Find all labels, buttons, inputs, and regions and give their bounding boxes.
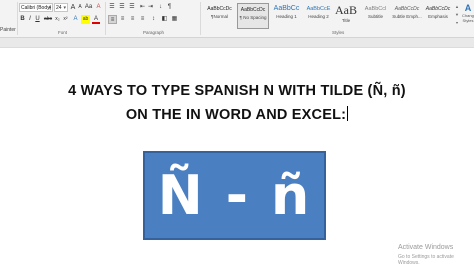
change-styles-button[interactable]: A Change Styles <box>462 3 474 33</box>
change-styles-icon: A <box>464 3 472 13</box>
font-group-label: Font <box>58 30 68 35</box>
underline-button[interactable]: U <box>34 15 41 24</box>
highlight-button[interactable]: ab <box>81 15 90 24</box>
font-size-value: 24 <box>56 5 62 11</box>
style-subtitle[interactable]: AaBbCcl Subtitle <box>360 3 391 29</box>
style-title[interactable]: AaB Title <box>334 3 358 29</box>
style-no-spacing[interactable]: AaBbCcDc ¶ No Spacing <box>237 3 269 29</box>
superscript-button[interactable]: x² <box>62 15 69 24</box>
bold-button[interactable]: B <box>19 15 26 24</box>
styles-scroll[interactable]: ▲ ▼ ▾ <box>454 3 460 29</box>
strikethrough-button[interactable]: abc <box>43 15 53 24</box>
style-name: Subtitle <box>367 14 383 19</box>
style-name: Subtle Emph... <box>392 14 422 19</box>
group-divider <box>200 2 201 35</box>
change-styles-label: Change Styles <box>462 13 474 23</box>
style-heading-2[interactable]: AaBbCcE Heading 2 <box>303 3 334 29</box>
group-divider <box>105 2 106 35</box>
numbering-button[interactable]: ☰ <box>118 3 126 12</box>
style-subtle-emphasis[interactable]: AaBbCcDc Subtle Emph... <box>391 3 423 29</box>
heading-line-2[interactable]: ON THE IN WORD AND EXCEL: <box>0 106 474 123</box>
change-case-button[interactable]: Aa <box>84 3 93 12</box>
style-emphasis[interactable]: AaBbCcDc Emphasis <box>423 3 453 29</box>
style-sample: AaBbCcDc <box>207 6 232 12</box>
document-page[interactable]: 4 WAYS TO TYPE SPANISH N WITH TILDE (Ñ, … <box>0 48 474 266</box>
multilevel-list-button[interactable]: ☰ <box>128 3 136 12</box>
banner-text: Ñ - ñ <box>157 164 312 227</box>
styles-group-label: Styles <box>332 30 345 35</box>
style-sample: AaBbCc <box>273 5 300 12</box>
subscript-button[interactable]: x₂ <box>54 15 61 24</box>
clear-formatting-button[interactable]: A <box>95 3 102 12</box>
clipboard-group: Painter <box>0 0 17 37</box>
show-marks-button[interactable]: ¶ <box>166 3 173 12</box>
chevron-down-icon[interactable]: ▼ <box>454 11 460 19</box>
style-name: Heading 1 <box>276 14 297 19</box>
style-name: Heading 2 <box>308 14 329 19</box>
shading-button[interactable]: ◧ <box>160 15 169 24</box>
activate-windows-title: Activate Windows <box>398 244 454 251</box>
grow-font-button[interactable]: A <box>70 3 76 12</box>
text-effects-button[interactable]: A <box>72 15 79 24</box>
style-sample: AaBbCcDc <box>240 7 266 13</box>
font-name-box[interactable]: Calibri (Body) ▾ <box>19 3 53 12</box>
chevron-down-icon[interactable]: ▾ <box>48 4 51 11</box>
align-right-button[interactable]: ≡ <box>128 15 137 24</box>
shrink-font-button[interactable]: A <box>77 3 83 12</box>
style-heading-1[interactable]: AaBbCc Heading 1 <box>271 3 302 29</box>
font-name-value: Calibri (Body) <box>21 5 52 11</box>
style-sample: AaBbCcDc <box>394 6 420 12</box>
chevron-up-icon[interactable]: ▲ <box>454 3 460 11</box>
font-size-box[interactable]: 24 ▾ <box>54 3 68 12</box>
activate-windows-subtitle: Go to Settings to activate Windows. <box>398 254 454 266</box>
increase-indent-button[interactable]: ⇥ <box>147 3 154 12</box>
borders-button[interactable]: ▦ <box>170 15 179 24</box>
ribbon: Painter Calibri (Body) ▾ 24 ▾ A A Aa A B… <box>0 0 474 38</box>
bullets-button[interactable]: ☰ <box>108 3 116 12</box>
style-name: Title <box>341 18 351 23</box>
sort-button[interactable]: ↓ <box>157 3 164 12</box>
text-cursor <box>347 106 349 121</box>
style-name: Emphasis <box>428 14 448 19</box>
format-painter-label[interactable]: Painter <box>0 27 16 33</box>
chevron-down-icon[interactable]: ▾ <box>63 4 66 11</box>
group-divider <box>17 2 18 35</box>
style-sample: AaBbCcDc <box>425 6 451 12</box>
style-sample: AaB <box>335 3 357 17</box>
align-left-button[interactable]: ≡ <box>108 15 117 24</box>
font-color-button[interactable]: A <box>92 15 100 24</box>
center-button[interactable]: ≡ <box>118 15 127 24</box>
heading-line-1[interactable]: 4 WAYS TO TYPE SPANISH N WITH TILDE (Ñ, … <box>0 83 474 99</box>
heading-line-2-text: ON THE IN WORD AND EXCEL: <box>125 107 347 123</box>
style-name: ¶ No Spacing <box>239 15 267 20</box>
paragraph-group-label: Paragraph <box>143 30 165 35</box>
heading-line-1-text: 4 WAYS TO TYPE SPANISH N WITH TILDE (Ñ, … <box>68 83 406 99</box>
decrease-indent-button[interactable]: ⇤ <box>139 3 146 12</box>
line-spacing-button[interactable]: ↕ <box>149 15 158 24</box>
more-icon[interactable]: ▾ <box>454 19 460 27</box>
style-sample: AaBbCcl <box>364 6 387 12</box>
tilde-banner-image[interactable]: Ñ - ñ <box>143 151 326 240</box>
style-sample: AaBbCcE <box>306 6 331 12</box>
justify-button[interactable]: ≡ <box>138 15 147 24</box>
italic-button[interactable]: I <box>27 15 33 24</box>
ruler <box>0 38 474 48</box>
style-normal[interactable]: AaBbCcDc ¶Normal <box>204 3 235 29</box>
style-name: ¶Normal <box>211 14 228 19</box>
